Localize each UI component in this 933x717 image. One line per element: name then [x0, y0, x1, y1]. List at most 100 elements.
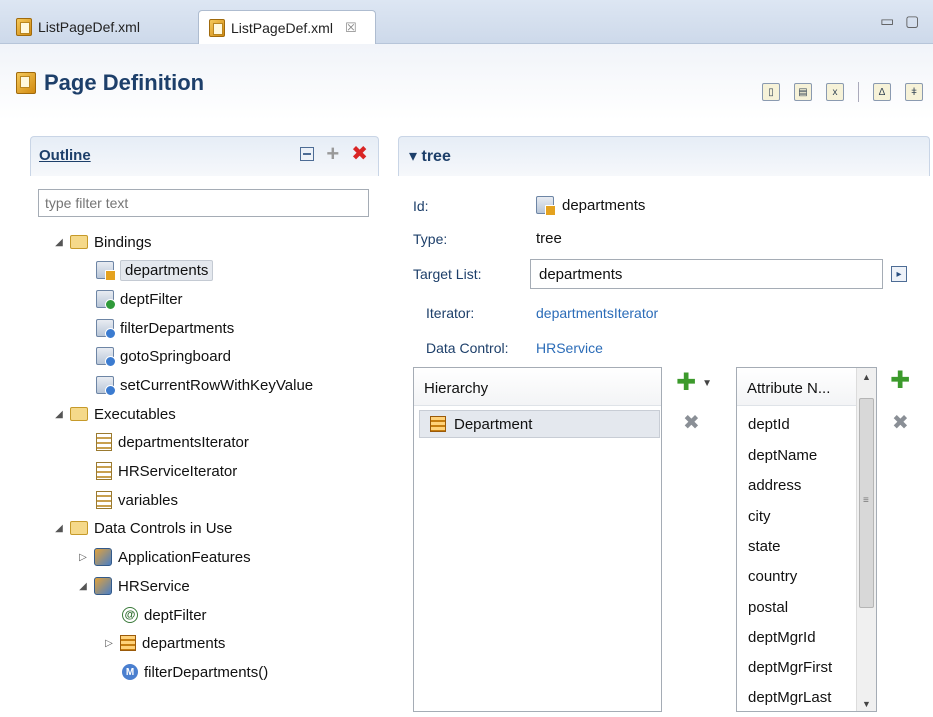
- tree-node-setcurrentrowwithkeyvalue[interactable]: setCurrentRowWithKeyValue: [96, 372, 313, 398]
- close-tab-icon[interactable]: ☒: [345, 20, 357, 36]
- iterator-link[interactable]: departmentsIterator: [536, 305, 658, 321]
- list-item[interactable]: deptMgrId: [748, 629, 816, 646]
- page-title-text: Page Definition: [44, 70, 205, 95]
- collapse-all-icon[interactable]: [300, 147, 315, 161]
- dropdown-arrow-icon[interactable]: ▼: [702, 378, 712, 389]
- method-icon: M: [122, 664, 138, 680]
- node-label: ApplicationFeatures: [118, 548, 251, 566]
- method-binding-icon: [96, 319, 116, 339]
- tree-binding-icon: [536, 196, 556, 216]
- tree-node-bindings[interactable]: ◢ Bindings: [54, 229, 151, 255]
- list-item[interactable]: state: [748, 538, 781, 555]
- page-title: Page Definition: [16, 70, 204, 96]
- data-control-link[interactable]: HRService: [536, 340, 603, 356]
- xml-file-icon: [16, 18, 32, 36]
- node-label: setCurrentRowWithKeyValue: [120, 376, 314, 394]
- hierarchy-list[interactable]: Hierarchy Department: [413, 367, 662, 712]
- outline-title[interactable]: Outline: [39, 147, 91, 164]
- attribute-toolbar: ✚: [890, 369, 910, 393]
- list-item[interactable]: deptMgrLast: [748, 689, 831, 706]
- add-icon[interactable]: +: [326, 143, 339, 165]
- folder-icon: [70, 235, 88, 249]
- scroll-up-icon[interactable]: ▲: [862, 372, 871, 382]
- action-binding-icon: [96, 376, 116, 396]
- iterator-icon: [96, 433, 112, 451]
- id-value: departments: [536, 196, 645, 216]
- tab-listpagedef-1[interactable]: ListPageDef.xml: [6, 10, 186, 44]
- editor-tab-bar: ListPageDef.xml ListPageDef.xml ☒ ▭ ▢: [0, 0, 933, 44]
- tree-node-variables[interactable]: variables: [96, 487, 178, 513]
- tab-listpagedef-active[interactable]: ListPageDef.xml ☒: [198, 10, 376, 44]
- tree-node-hrservice[interactable]: ◢ HRService: [78, 573, 190, 599]
- tree-node-gotospringboard[interactable]: gotoSpringboard: [96, 343, 231, 369]
- validate-icon[interactable]: Δ: [873, 83, 891, 101]
- list-item[interactable]: deptId: [748, 416, 790, 433]
- node-label: Executables: [94, 405, 176, 423]
- list-item[interactable]: country: [748, 568, 797, 585]
- node-label: HRService: [118, 577, 190, 595]
- tab-label: ListPageDef.xml: [38, 19, 140, 35]
- iterator-icon: [96, 462, 112, 480]
- page-icon[interactable]: ▯: [762, 83, 780, 101]
- type-label: Type:: [413, 231, 448, 247]
- type-value: tree: [536, 230, 562, 247]
- list-item[interactable]: address: [748, 477, 801, 494]
- list-item[interactable]: postal: [748, 599, 788, 616]
- tree-node-dc-departments[interactable]: ▷ departments: [104, 630, 225, 656]
- page-definition-icon: [16, 72, 36, 94]
- add-attribute-icon[interactable]: ✚: [890, 367, 910, 394]
- node-label: deptFilter: [120, 290, 183, 308]
- maximize-icon[interactable]: ▢: [905, 12, 919, 30]
- xml-source-icon[interactable]: x: [826, 83, 844, 101]
- collapsed-arrow-icon[interactable]: ▷: [78, 552, 88, 563]
- expanded-arrow-icon[interactable]: ◢: [54, 409, 64, 420]
- tree-node-hrserviceiterator[interactable]: HRServiceIterator: [96, 458, 237, 484]
- tree-node-dc-deptfilter[interactable]: @ deptFilter: [122, 602, 207, 628]
- tree-node-departmentsiterator[interactable]: departmentsIterator: [96, 429, 249, 455]
- node-label: filterDepartments: [120, 319, 235, 337]
- minimize-icon[interactable]: ▭: [880, 12, 894, 30]
- attribute-scrollbar[interactable]: ▲ ▼: [856, 368, 876, 711]
- node-label: departments: [120, 259, 214, 281]
- tree-node-applicationfeatures[interactable]: ▷ ApplicationFeatures: [78, 544, 251, 570]
- list-item[interactable]: deptName: [748, 447, 817, 464]
- tree-node-departments[interactable]: departments: [96, 257, 214, 283]
- tree-node-dc-filterdepartments[interactable]: M filterDepartments(): [122, 659, 268, 685]
- tree-node-filterdepartments[interactable]: filterDepartments: [96, 315, 234, 341]
- target-list-field[interactable]: [530, 259, 883, 289]
- scroll-thumb[interactable]: [859, 398, 874, 608]
- attribute-header: Attribute N...: [737, 368, 857, 406]
- hierarchy-row-department[interactable]: Department: [419, 410, 660, 438]
- node-label: HRServiceIterator: [118, 462, 238, 480]
- target-list-label: Target List:: [413, 266, 482, 282]
- expanded-arrow-icon[interactable]: ◢: [78, 581, 88, 592]
- bind-filter-icon[interactable]: ǂ: [905, 83, 923, 101]
- remove-rule-icon[interactable]: ✖: [683, 410, 700, 435]
- edit-target-icon[interactable]: ▸: [891, 266, 907, 282]
- add-rule-icon[interactable]: ✚: [676, 371, 696, 395]
- expanded-arrow-icon[interactable]: ◢: [54, 237, 64, 248]
- node-label: gotoSpringboard: [120, 347, 231, 365]
- data-control-icon: [94, 577, 112, 595]
- outline-filter-input[interactable]: [38, 189, 369, 217]
- tree-node-data-controls[interactable]: ◢ Data Controls in Use: [54, 515, 232, 541]
- list-item[interactable]: city: [748, 508, 771, 525]
- xml-file-icon: [209, 18, 225, 37]
- data-binding-icon[interactable]: ▤: [794, 83, 812, 101]
- tree-node-executables[interactable]: ◢ Executables: [54, 401, 176, 427]
- collection-icon: [120, 635, 136, 651]
- node-label: departmentsIterator: [118, 433, 249, 451]
- tree-section-header[interactable]: ▾ tree: [398, 136, 930, 176]
- remove-attribute-icon[interactable]: ✖: [892, 410, 909, 435]
- outline-toolbar: + ✖: [300, 143, 368, 165]
- hierarchy-row-label: Department: [454, 415, 533, 433]
- toolbar-divider: [858, 82, 859, 102]
- scroll-down-icon[interactable]: ▼: [862, 699, 871, 709]
- list-item[interactable]: deptMgrFirst: [748, 659, 832, 676]
- tree-node-deptfilter[interactable]: deptFilter: [96, 286, 183, 312]
- attribute-list[interactable]: Attribute N... deptId deptName address c…: [736, 367, 877, 712]
- collapsed-arrow-icon[interactable]: ▷: [104, 638, 114, 649]
- iterator-label: Iterator:: [426, 305, 475, 321]
- expanded-arrow-icon[interactable]: ◢: [54, 523, 64, 534]
- delete-icon[interactable]: ✖: [351, 144, 368, 164]
